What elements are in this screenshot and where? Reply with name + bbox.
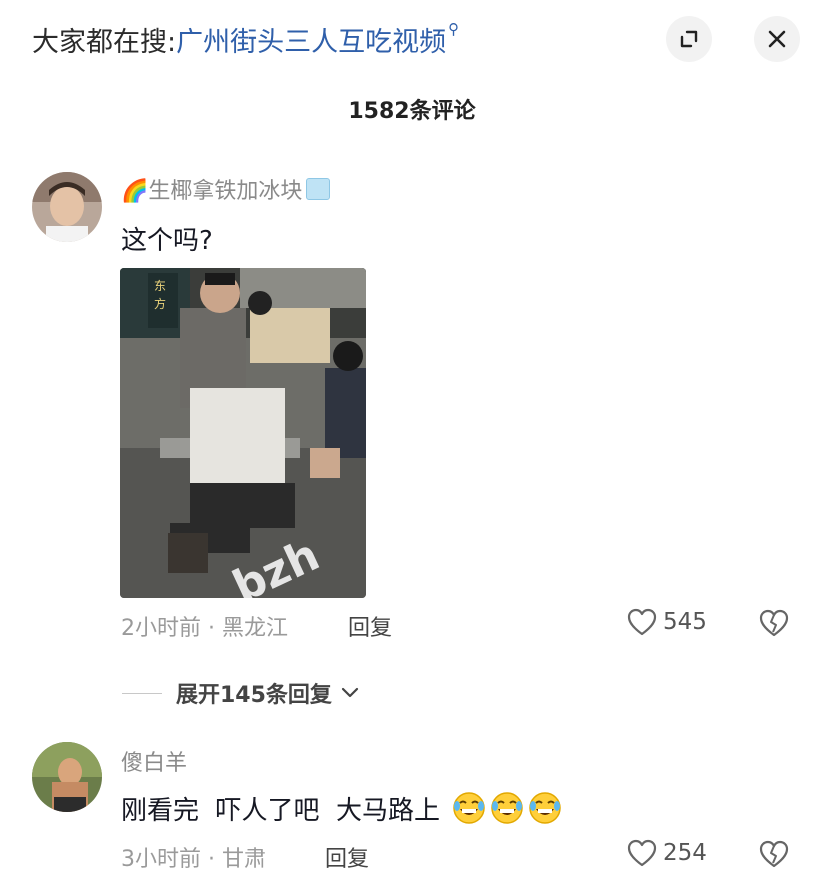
comment-username[interactable]: 🌈生椰拿铁加冰块 [121,173,331,205]
dislike-button[interactable] [758,608,790,642]
like-count: 254 [663,840,707,866]
divider [122,692,162,694]
dislike-button[interactable] [758,839,790,873]
search-suggestion-prefix: 大家都在搜: [32,27,177,58]
comment-meta: 3小时前 · 甘肃 [121,847,266,872]
broken-heart-icon [759,609,789,637]
ice-cube-icon [306,178,331,200]
expand-replies-button[interactable]: 展开145条回复 [122,677,360,709]
comment-meta: 2小时前 · 黑龙江 [121,616,288,641]
search-suggestion-keyword[interactable]: 广州街头三人互吃视频 [176,27,446,58]
broken-heart-icon [759,840,789,868]
collapse-icon [680,30,698,48]
close-button[interactable] [754,16,800,62]
avatar-photo [32,172,102,242]
like-button[interactable]: 254 [627,839,707,867]
heart-icon [627,839,657,867]
laughing-tears-emoji [528,791,562,825]
comment-text: 刚看完 吓人了吧 大马路上 [121,790,562,827]
search-icon: ⚲ [448,20,460,38]
laughing-tears-emoji [452,791,486,825]
search-suggestion[interactable]: 大家都在搜:广州街头三人互吃视频 ⚲ [32,20,459,59]
minimize-button[interactable] [666,16,712,62]
svg-text:方: 方 [154,296,166,311]
comment-text: 这个吗? [121,226,213,256]
heart-icon [627,608,657,636]
close-icon [768,30,786,48]
comment-username[interactable]: 傻白羊 [121,745,187,777]
reply-button[interactable]: 回复 [325,841,369,873]
avatar[interactable] [32,172,102,242]
avatar-photo [32,742,102,812]
svg-text:东: 东 [154,279,166,293]
rainbow-icon: 🌈 [121,179,149,204]
like-button[interactable]: 545 [627,608,707,636]
comment-count: 1582条评论 [348,99,476,124]
comment-image[interactable]: 东 方 bzh [120,268,366,598]
expand-replies-label: 展开145条回复 [176,683,332,708]
street-photo: 东 方 bzh [120,268,366,598]
reply-button[interactable]: 回复 [348,610,392,642]
avatar[interactable] [32,742,102,812]
like-count: 545 [663,609,707,635]
chevron-down-icon [341,687,359,698]
laughing-tears-emoji [490,791,524,825]
